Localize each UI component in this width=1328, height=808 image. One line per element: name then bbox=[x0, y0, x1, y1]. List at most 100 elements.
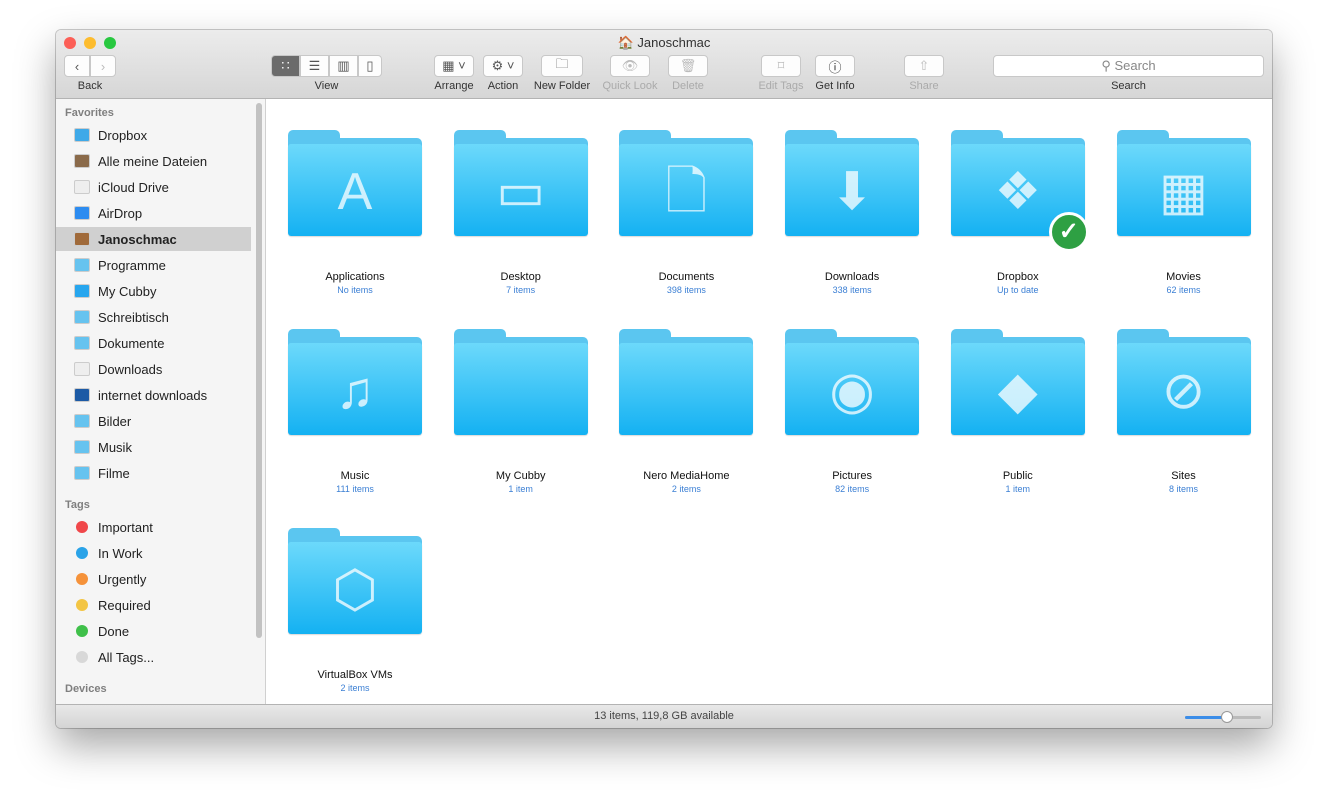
tag-color-dot-icon bbox=[76, 573, 88, 585]
folder-icon: ▭ bbox=[453, 130, 588, 236]
back-button[interactable]: ‹ bbox=[64, 55, 90, 77]
sidebar-item-label: Alle meine Dateien bbox=[98, 153, 208, 169]
tag-required[interactable]: Required bbox=[56, 593, 251, 617]
tag-color-dot-icon bbox=[76, 599, 88, 611]
back-label: Back bbox=[77, 80, 103, 92]
folder-sites[interactable]: ⊘ Sites 8 items bbox=[1101, 329, 1267, 494]
my-cubby-icon bbox=[74, 284, 90, 298]
favorites-header: Favorites bbox=[65, 107, 114, 119]
sidebar-item-label: Schreibtisch bbox=[98, 309, 169, 325]
tag-label: Urgently bbox=[98, 571, 147, 587]
downloads-icon bbox=[74, 362, 90, 376]
sidebar-item-downloads[interactable]: Downloads bbox=[56, 357, 251, 381]
folder-pictures[interactable]: ◉ Pictures 82 items bbox=[769, 329, 935, 494]
forward-button[interactable]: › bbox=[90, 55, 116, 77]
folder-dropbox[interactable]: ❖ ✓ Dropbox Up to date bbox=[935, 130, 1101, 295]
folder-music[interactable]: ♫ Music 111 items bbox=[272, 329, 438, 494]
sidebar-item-my-cubby[interactable]: My Cubby bbox=[56, 279, 251, 303]
view-label: View bbox=[314, 80, 339, 92]
sidebar-item-programme[interactable]: Programme bbox=[56, 253, 251, 277]
tag-important[interactable]: Important bbox=[56, 515, 251, 539]
sidebar-item-airdrop[interactable]: AirDrop bbox=[56, 201, 251, 225]
folder-documents[interactable]: 🗋 Documents 398 items bbox=[603, 130, 769, 295]
sidebar-item-label: Filme bbox=[98, 465, 130, 481]
folder-downloads[interactable]: ⬇ Downloads 338 items bbox=[769, 130, 935, 295]
folder-name: Nero MediaHome bbox=[643, 470, 730, 482]
schreibtisch-icon bbox=[74, 310, 90, 324]
sidebar-item-internet-downloads[interactable]: internet downloads bbox=[56, 383, 251, 407]
new-folder-button[interactable]: 🗀 bbox=[541, 55, 583, 77]
sidebar-item-schreibtisch[interactable]: Schreibtisch bbox=[56, 305, 251, 329]
list-view-button[interactable]: ☰ bbox=[300, 55, 329, 77]
sidebar-item-musik[interactable]: Musik bbox=[56, 435, 251, 459]
tag-all-tags[interactable]: All Tags... bbox=[56, 645, 251, 669]
virtualbox-icon: ⬡ bbox=[332, 561, 378, 619]
sidebar-item-label: Musik bbox=[98, 439, 132, 455]
app-store-icon: A bbox=[337, 163, 373, 221]
icon-view-button[interactable]: ∷ bbox=[271, 55, 300, 77]
folder-applications[interactable]: A Applications No items bbox=[272, 130, 438, 295]
arrange-button[interactable]: ▦ ˅ bbox=[434, 55, 474, 77]
sidebar-item-label: My Cubby bbox=[98, 283, 157, 299]
sidebar-item-bilder[interactable]: Bilder bbox=[56, 409, 251, 433]
folder-item-count: Up to date bbox=[997, 285, 1039, 295]
tag-color-dot-icon bbox=[76, 625, 88, 637]
sidebar-item-label: iCloud Drive bbox=[98, 179, 169, 195]
sidebar-item-icloud-drive[interactable]: iCloud Drive bbox=[56, 175, 251, 199]
musik-icon bbox=[74, 440, 90, 454]
sidebar-scrollbar[interactable] bbox=[256, 103, 262, 638]
folder-my-cubby[interactable]: My Cubby 1 item bbox=[438, 329, 604, 494]
download-icon: ⬇ bbox=[830, 163, 874, 221]
folder-name: Public bbox=[1002, 470, 1033, 482]
folder-desktop[interactable]: ▭ Desktop 7 items bbox=[438, 130, 604, 295]
folder-name: Music bbox=[340, 470, 370, 482]
icon-size-slider[interactable] bbox=[1185, 711, 1261, 723]
folder-icon: ▦ bbox=[1116, 130, 1251, 236]
get-info-button[interactable]: ⓘ bbox=[815, 55, 855, 77]
folder-name: Applications bbox=[325, 271, 385, 283]
airdrop-icon bbox=[74, 206, 90, 220]
column-view-button[interactable]: ▥ bbox=[329, 55, 358, 77]
folder-name: VirtualBox VMs bbox=[317, 669, 393, 681]
folder-movies[interactable]: ▦ Movies 62 items bbox=[1101, 130, 1267, 295]
tag-color-dot-icon bbox=[76, 521, 88, 533]
sidebar-item-label: Downloads bbox=[98, 361, 163, 377]
tag-label: Important bbox=[98, 519, 153, 535]
janoschmac-icon bbox=[74, 232, 90, 246]
dokumente-icon bbox=[74, 336, 90, 350]
sidebar-item-dokumente[interactable]: Dokumente bbox=[56, 331, 251, 355]
folder-icon: 🗋 bbox=[619, 130, 754, 236]
sidebar-item-filme[interactable]: Filme bbox=[56, 461, 251, 485]
search-input[interactable]: ⚲ Search bbox=[993, 55, 1264, 77]
music-note-icon: ♫ bbox=[335, 362, 375, 420]
tag-done[interactable]: Done bbox=[56, 619, 251, 643]
share-button[interactable]: ⇧ bbox=[904, 55, 944, 77]
sidebar-item-alle-meine-dateien[interactable]: Alle meine Dateien bbox=[56, 149, 251, 173]
delete-button[interactable]: 🗑 bbox=[668, 55, 708, 77]
icloud-drive-icon bbox=[74, 180, 90, 194]
sidebar-item-dropbox[interactable]: Dropbox bbox=[56, 123, 251, 147]
toolbar: 🏠 Janoschmac ‹ › Back ∷ ☰ ▥ ▯ View ▦ ˅ A… bbox=[56, 30, 1272, 99]
search-label: Search bbox=[1111, 80, 1146, 92]
folder-name: Downloads bbox=[824, 271, 880, 283]
action-button[interactable]: ⚙ ˅ bbox=[483, 55, 523, 77]
folder-virtualbox-vms[interactable]: ⬡ VirtualBox VMs 2 items bbox=[272, 528, 438, 693]
edit-tags-button[interactable]: ⌑ bbox=[761, 55, 801, 77]
filme-icon bbox=[74, 466, 90, 480]
tag-in-work[interactable]: In Work bbox=[56, 541, 251, 565]
internet-downloads-icon bbox=[74, 388, 90, 402]
folder-nero-mediahome[interactable]: Nero MediaHome 2 items bbox=[603, 329, 769, 494]
window-title: 🏠 Janoschmac bbox=[617, 35, 711, 50]
folder-item-count: 2 items bbox=[671, 484, 701, 494]
quick-look-button[interactable]: 👁 bbox=[610, 55, 650, 77]
sidebar-item-janoschmac[interactable]: Janoschmac bbox=[56, 227, 251, 251]
coverflow-view-button[interactable]: ▯ bbox=[358, 55, 382, 77]
tag-urgently[interactable]: Urgently bbox=[56, 567, 251, 591]
search-icon: ⚲ bbox=[1101, 58, 1111, 73]
quick-look-label: Quick Look bbox=[602, 80, 658, 92]
tag-label: All Tags... bbox=[98, 649, 155, 665]
folder-public[interactable]: ◆ Public 1 item bbox=[935, 329, 1101, 494]
folder-item-count: 1 item bbox=[508, 484, 533, 494]
sidebar-item-label: Dokumente bbox=[98, 335, 165, 351]
dropbox-icon bbox=[74, 128, 90, 142]
